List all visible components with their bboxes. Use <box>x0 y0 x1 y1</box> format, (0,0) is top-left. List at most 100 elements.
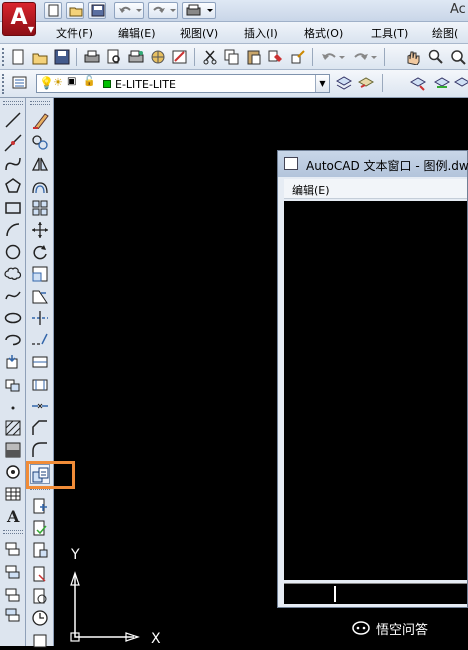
menu-tools[interactable]: 工具(T) <box>371 25 408 41</box>
gradient-icon[interactable] <box>3 440 23 460</box>
copy-object-icon[interactable] <box>30 132 50 152</box>
hatch-icon[interactable] <box>3 418 23 438</box>
plot-icon[interactable] <box>182 2 216 19</box>
text-window-icon <box>284 157 298 170</box>
mirror-icon[interactable] <box>30 154 50 174</box>
array-icon[interactable] <box>30 198 50 218</box>
plot-icon[interactable] <box>82 47 102 67</box>
menu-view[interactable]: 视图(V) <box>180 25 218 41</box>
layer-dropdown[interactable]: 💡 ☀ ▣ 🔓 E-LITE-LITE ▼ <box>36 74 330 93</box>
external-reference-icon[interactable] <box>30 564 50 584</box>
layer-properties-icon[interactable] <box>10 73 30 93</box>
qnew-icon[interactable] <box>8 47 28 67</box>
block-editor-icon[interactable] <box>288 47 308 67</box>
text-window-title-bar[interactable]: AutoCAD 文本窗口 - 图例.dw <box>278 151 468 177</box>
undo-icon[interactable] <box>318 47 348 67</box>
move-icon[interactable] <box>30 220 50 240</box>
spline-icon[interactable] <box>3 286 23 306</box>
ucs-y-label: Y <box>71 547 80 563</box>
3d-dwf-icon[interactable] <box>148 47 168 67</box>
partial-icon[interactable] <box>30 630 50 650</box>
break-at-point-icon[interactable] <box>30 352 50 372</box>
edit-attribute-icon[interactable] <box>30 518 50 538</box>
join-icon[interactable] <box>30 396 50 416</box>
offset-icon[interactable] <box>30 176 50 196</box>
cut-icon[interactable] <box>200 47 220 67</box>
save-icon[interactable] <box>52 47 72 67</box>
menu-file[interactable]: 文件(F) <box>56 25 93 41</box>
toolbar-grip[interactable] <box>2 48 5 66</box>
extend-icon[interactable] <box>30 330 50 350</box>
fillet-icon[interactable] <box>30 440 50 460</box>
insert-block-icon[interactable] <box>3 352 23 372</box>
publish-icon[interactable] <box>126 47 146 67</box>
menu-insert[interactable]: 插入(I) <box>244 25 278 41</box>
chamfer-icon[interactable] <box>30 418 50 438</box>
open-folder-icon[interactable] <box>66 2 84 19</box>
construction-line-icon[interactable] <box>3 133 23 153</box>
attribute-icon[interactable] <box>30 496 50 516</box>
make-object-layer-current-icon[interactable] <box>334 73 354 93</box>
scale-icon[interactable] <box>30 264 50 284</box>
clock-icon[interactable] <box>30 608 50 628</box>
save-icon[interactable] <box>88 2 106 19</box>
polygon-icon[interactable] <box>3 176 23 196</box>
make-block-icon[interactable] <box>3 374 23 394</box>
trim-icon[interactable] <box>30 308 50 328</box>
command-history-area[interactable] <box>284 201 467 580</box>
circle-icon[interactable] <box>3 242 23 262</box>
ellipse-icon[interactable] <box>3 308 23 328</box>
undo-icon[interactable] <box>114 2 144 19</box>
erase-icon[interactable] <box>30 110 50 130</box>
region-icon[interactable] <box>3 462 23 482</box>
multiline-text-icon[interactable]: A <box>3 506 23 526</box>
svg-text:A: A <box>6 507 20 525</box>
application-menu-button[interactable]: A ▼ <box>2 2 36 36</box>
chevron-down-icon[interactable]: ▼ <box>315 75 329 92</box>
menu-format[interactable]: 格式(O) <box>304 25 343 41</box>
pan-icon[interactable] <box>402 47 422 67</box>
command-input[interactable] <box>284 583 467 604</box>
menu-draw[interactable]: 绘图( <box>432 25 458 41</box>
publish-web-icon[interactable] <box>170 47 190 67</box>
new-file-icon[interactable] <box>44 2 62 19</box>
toolbar-grip[interactable] <box>2 74 5 94</box>
paste-icon[interactable] <box>244 47 264 67</box>
ellipse-arc-icon[interactable] <box>3 330 23 350</box>
rotate-icon[interactable] <box>30 242 50 262</box>
plot-preview-icon[interactable] <box>104 47 124 67</box>
layer-walk-icon[interactable] <box>432 73 452 93</box>
open-icon[interactable] <box>30 47 50 67</box>
rectangle-icon[interactable] <box>3 198 23 218</box>
match-properties-icon[interactable] <box>266 47 286 67</box>
layer-previous-icon[interactable] <box>356 73 376 93</box>
layer-state-icon[interactable] <box>408 73 428 93</box>
revision-cloud-icon[interactable] <box>3 264 23 284</box>
layer-stack-3-icon[interactable] <box>3 584 23 604</box>
redo-icon[interactable] <box>350 47 380 67</box>
line-icon[interactable] <box>3 110 23 130</box>
zoom-realtime-icon[interactable] <box>426 47 446 67</box>
clip-icon[interactable] <box>30 586 50 606</box>
arc-icon[interactable] <box>3 220 23 240</box>
break-icon[interactable] <box>30 374 50 394</box>
layer-stack-2-icon[interactable] <box>3 562 23 582</box>
toolbar-grip[interactable] <box>3 530 23 534</box>
table-icon[interactable] <box>3 484 23 504</box>
standard-toolbar <box>0 44 468 70</box>
window-title: Ac <box>450 2 466 17</box>
point-icon[interactable] <box>3 398 23 418</box>
block-attribute-icon[interactable] <box>30 540 50 560</box>
stretch-icon[interactable] <box>30 286 50 306</box>
layer-stack-4-icon[interactable] <box>3 606 23 626</box>
text-window-menu-edit[interactable]: 编辑(E) <box>292 182 330 198</box>
toolbar-grip[interactable] <box>30 101 50 105</box>
menu-edit[interactable]: 编辑(E) <box>118 25 156 41</box>
toolbar-grip[interactable] <box>3 101 23 105</box>
layer-isolate-icon[interactable] <box>452 73 468 93</box>
polyline-icon[interactable] <box>3 154 23 174</box>
zoom-window-icon[interactable] <box>448 47 468 67</box>
redo-icon[interactable] <box>148 2 178 19</box>
layer-stack-icon[interactable] <box>3 540 23 560</box>
copy-icon[interactable] <box>222 47 242 67</box>
